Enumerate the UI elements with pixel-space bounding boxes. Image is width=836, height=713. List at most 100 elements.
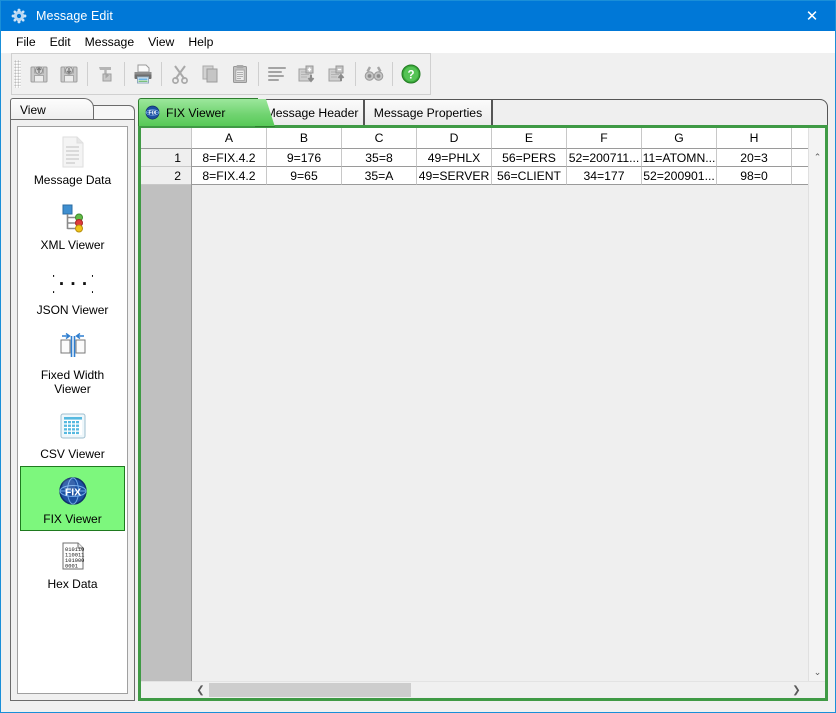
column-header-g[interactable]: G (642, 128, 717, 149)
view-item-xml-viewer[interactable]: XML Viewer (20, 192, 125, 257)
column-header-h[interactable]: H (717, 128, 792, 149)
insert-message-icon[interactable] (292, 58, 322, 90)
row-header-column: 12 (141, 149, 192, 698)
cell-G2[interactable]: 52=200901... (642, 167, 717, 185)
menu-bar: File Edit Message View Help (1, 31, 835, 53)
toolbar-grip[interactable] (14, 60, 21, 88)
paste-icon[interactable] (225, 58, 255, 90)
view-item-hex-data[interactable]: 010110 110011 101000 0001 Hex Data (20, 531, 125, 596)
cell-C2[interactable]: 35=A (342, 167, 417, 185)
cell-C1[interactable]: 35=8 (342, 149, 417, 167)
help-icon[interactable]: ? (396, 58, 426, 90)
column-header-b[interactable]: B (267, 128, 342, 149)
menu-item-message[interactable]: Message (78, 33, 141, 51)
view-item-label: Hex Data (47, 577, 98, 591)
hscroll-thumb[interactable] (209, 683, 411, 697)
tabstrip-filler (492, 99, 828, 126)
column-header-c[interactable]: C (342, 128, 417, 149)
font-icon[interactable] (91, 58, 121, 90)
view-list: Message Data XML Viewer ··· JSON Viewer … (17, 126, 128, 694)
cell-B1[interactable]: 9=176 (267, 149, 342, 167)
cell-F2[interactable]: 34=177 (567, 167, 642, 185)
cell-A1[interactable]: 8=FIX.4.2 (192, 149, 267, 167)
view-panel-tab[interactable]: View (10, 98, 94, 120)
cell-A2[interactable]: 8=FIX.4.2 (192, 167, 267, 185)
row-header-2[interactable]: 2 (141, 167, 191, 185)
menu-item-edit[interactable]: Edit (43, 33, 78, 51)
document-area: Message Header Message Properties FIX FI… (138, 98, 828, 701)
view-item-fixed-width-viewer[interactable]: Fixed Width Viewer (20, 322, 125, 401)
horizontal-scrollbar[interactable]: ❮ ❯ (141, 681, 825, 698)
column-header-f[interactable]: F (567, 128, 642, 149)
svg-text:FIX: FIX (149, 111, 158, 117)
column-header-a[interactable]: A (192, 128, 267, 149)
cell-H2[interactable]: 98=0 (717, 167, 792, 185)
view-item-csv-viewer[interactable]: CSV Viewer (20, 401, 125, 466)
scroll-up-icon[interactable]: ⌃ (809, 149, 825, 166)
svg-text:{···}: {···} (53, 273, 93, 295)
tab-label: Message Header (265, 106, 359, 120)
table-row: 8=FIX.4.2 9=176 35=8 49=PHLX 56=PERS 52=20071… (192, 149, 814, 167)
open-icon[interactable] (24, 58, 54, 90)
toolbar-separator (124, 62, 125, 86)
menu-item-view[interactable]: View (141, 33, 181, 51)
cut-icon[interactable] (165, 58, 195, 90)
format-icon[interactable] (262, 58, 292, 90)
tab-label: Message Properties (373, 106, 483, 120)
document-lines-icon (53, 134, 93, 170)
column-header-e[interactable]: E (492, 128, 567, 149)
cell-D2[interactable]: 49=SERVER (417, 167, 492, 185)
app-gear-icon (11, 8, 27, 24)
delete-message-icon[interactable] (322, 58, 352, 90)
scroll-right-icon[interactable]: ❯ (788, 682, 805, 698)
fixed-width-icon (53, 329, 93, 365)
toolbar-separator (392, 62, 393, 86)
scroll-left-icon[interactable]: ❮ (192, 682, 209, 698)
svg-text:0001: 0001 (65, 564, 78, 570)
toolbar-separator (355, 62, 356, 86)
scroll-down-icon[interactable]: ⌄ (809, 664, 825, 681)
cell-D1[interactable]: 49=PHLX (417, 149, 492, 167)
tab-label: FIX Viewer (166, 105, 226, 120)
menu-item-file[interactable]: File (9, 33, 43, 51)
cell-E2[interactable]: 56=CLIENT (492, 167, 567, 185)
window-title: Message Edit (36, 9, 113, 23)
view-tabstrip-filler (93, 105, 135, 120)
find-icon[interactable] (359, 58, 389, 90)
csv-grid-icon (53, 408, 93, 444)
vertical-scrollbar[interactable]: ⌃ ⌄ (808, 128, 825, 681)
tab-message-header[interactable]: Message Header (260, 99, 364, 126)
view-item-label: JSON Viewer (36, 303, 109, 317)
column-header-d[interactable]: D (417, 128, 492, 149)
view-item-json-viewer[interactable]: {···} JSON Viewer (20, 257, 125, 322)
menu-item-help[interactable]: Help (181, 33, 220, 51)
column-header-row: ABCDEFGH (192, 128, 814, 149)
view-item-label: Fixed Width Viewer (40, 368, 105, 396)
table-row: 8=FIX.4.2 9=65 35=A 49=SERVER 56=CLIENT 34=17… (192, 167, 814, 185)
cell-F1[interactable]: 52=200711... (567, 149, 642, 167)
document-tabstrip: Message Header Message Properties FIX FI… (138, 98, 828, 127)
view-item-label: Message Data (33, 173, 112, 187)
view-item-fix-viewer[interactable]: FIX FIX Viewer (20, 466, 125, 531)
toolbar-separator (258, 62, 259, 86)
row-header-1[interactable]: 1 (141, 149, 191, 167)
fix-globe-icon: FIX (145, 105, 160, 120)
grid-corner-cell[interactable] (141, 128, 192, 149)
save-icon[interactable] (54, 58, 84, 90)
fix-grid-container: 12 ABCDEFGH 8=FIX.4.2 9=176 35=8 49=PHLX 56=… (138, 125, 828, 701)
tab-message-properties[interactable]: Message Properties (364, 99, 492, 126)
tab-fix-viewer[interactable]: FIX FIX Viewer (138, 98, 275, 127)
print-icon[interactable] (128, 58, 158, 90)
copy-icon[interactable] (195, 58, 225, 90)
cell-B2[interactable]: 9=65 (267, 167, 342, 185)
cell-G1[interactable]: 11=ATOMN... (642, 149, 717, 167)
cell-H1[interactable]: 20=3 (717, 149, 792, 167)
view-item-message-data[interactable]: Message Data (20, 127, 125, 192)
toolbar-separator (161, 62, 162, 86)
close-icon[interactable]: ✕ (789, 1, 835, 31)
xml-tree-icon (53, 199, 93, 235)
view-item-label: XML Viewer (40, 238, 105, 252)
cell-E1[interactable]: 56=PERS (492, 149, 567, 167)
fix-grid: 12 ABCDEFGH 8=FIX.4.2 9=176 35=8 49=PHLX 56=… (141, 128, 825, 698)
view-panel: View Message Data XML Viewer ··· JSON Vi… (10, 98, 135, 701)
